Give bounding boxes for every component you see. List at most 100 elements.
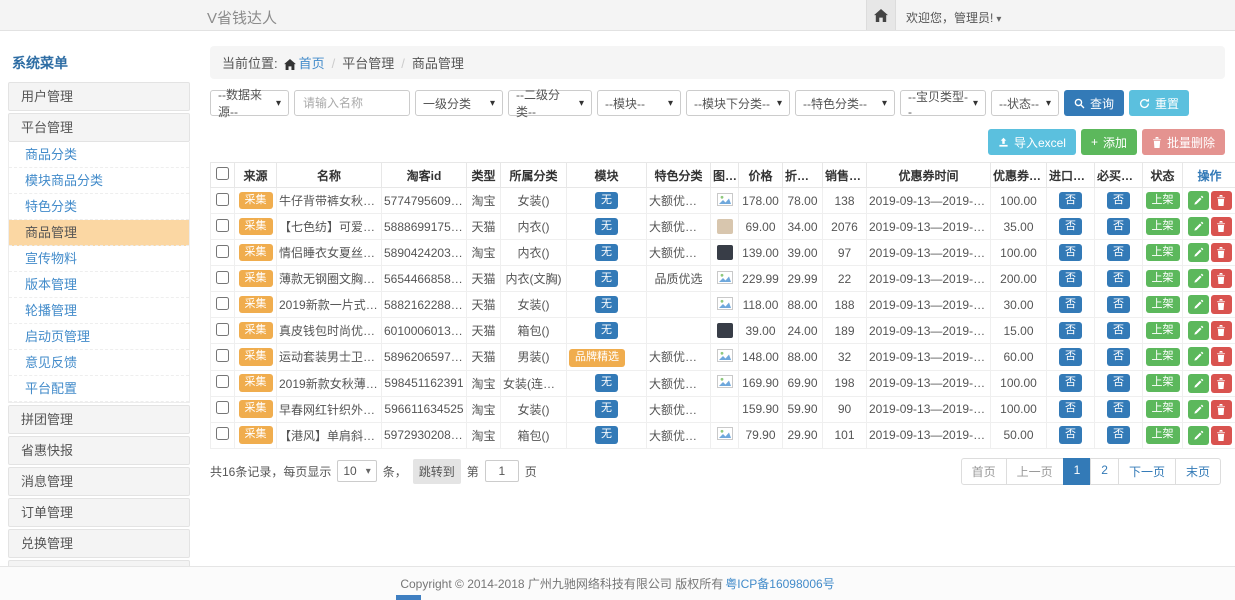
sidebar-item[interactable]: 商品管理 — [9, 220, 189, 246]
import-excel-button[interactable]: 导入excel — [988, 129, 1076, 155]
status-badge[interactable]: 上架 — [1146, 348, 1180, 366]
pager-button[interactable]: 2 — [1090, 458, 1119, 485]
edit-button[interactable] — [1188, 295, 1209, 314]
status-badge[interactable]: 上架 — [1146, 400, 1180, 418]
batch-delete-button[interactable]: 批量删除 — [1142, 129, 1225, 155]
edit-button[interactable] — [1188, 191, 1209, 210]
sidebar-section[interactable]: 拼团管理 — [8, 405, 190, 434]
jump-to-button[interactable]: 跳转到 — [413, 459, 461, 484]
import-badge[interactable]: 否 — [1059, 426, 1082, 444]
must-buy-badge[interactable]: 否 — [1107, 244, 1130, 262]
row-checkbox[interactable] — [216, 401, 229, 414]
must-buy-badge[interactable]: 否 — [1107, 322, 1130, 340]
sidebar-item[interactable]: 版本管理 — [9, 272, 189, 298]
status-badge[interactable]: 上架 — [1146, 426, 1180, 444]
row-checkbox[interactable] — [216, 245, 229, 258]
delete-button[interactable] — [1211, 269, 1232, 288]
sidebar-section[interactable]: 订单管理 — [8, 498, 190, 527]
import-badge[interactable]: 否 — [1059, 348, 1082, 366]
import-badge[interactable]: 否 — [1059, 218, 1082, 236]
page-number-input[interactable] — [485, 460, 519, 482]
home-button[interactable] — [866, 0, 896, 30]
add-button[interactable]: + 添加 — [1081, 129, 1137, 155]
sidebar-item[interactable]: 启动页管理 — [9, 324, 189, 350]
edit-button[interactable] — [1188, 243, 1209, 262]
reset-button[interactable]: 重置 — [1129, 90, 1189, 116]
filter-module-select[interactable]: --模块--▾ — [597, 90, 681, 116]
must-buy-badge[interactable]: 否 — [1107, 270, 1130, 288]
status-badge[interactable]: 上架 — [1146, 192, 1180, 210]
delete-button[interactable] — [1211, 400, 1232, 419]
filter-level2-category-select[interactable]: --二级分类--▾ — [508, 90, 592, 116]
pager-button[interactable]: 下一页 — [1118, 458, 1176, 485]
select-all-checkbox[interactable] — [216, 167, 229, 180]
sidebar-section[interactable]: 省惠快报 — [8, 436, 190, 465]
status-badge[interactable]: 上架 — [1146, 270, 1180, 288]
row-checkbox[interactable] — [216, 271, 229, 284]
row-checkbox[interactable] — [216, 193, 229, 206]
sidebar-section[interactable]: 消息管理 — [8, 467, 190, 496]
pager-button[interactable]: 1 — [1063, 458, 1092, 485]
row-checkbox[interactable] — [216, 297, 229, 310]
sidebar-section[interactable]: 兑换管理 — [8, 529, 190, 558]
must-buy-badge[interactable]: 否 — [1107, 296, 1130, 314]
sidebar-item[interactable]: 特色分类 — [9, 194, 189, 220]
sidebar-item[interactable]: 模块商品分类 — [9, 168, 189, 194]
filter-data-source-select[interactable]: --数据来源--▾ — [210, 90, 289, 116]
edit-button[interactable] — [1188, 269, 1209, 288]
row-checkbox[interactable] — [216, 349, 229, 362]
filter-module-sub-select[interactable]: --模块下分类--▾ — [686, 90, 790, 116]
pager-button[interactable]: 上一页 — [1006, 458, 1064, 485]
delete-button[interactable] — [1211, 347, 1232, 366]
sidebar-section[interactable]: 用户管理 — [8, 82, 190, 111]
edit-button[interactable] — [1188, 400, 1209, 419]
delete-button[interactable] — [1211, 243, 1232, 262]
sidebar-item[interactable]: 平台配置 — [9, 376, 189, 402]
status-badge[interactable]: 上架 — [1146, 218, 1180, 236]
edit-button[interactable] — [1188, 347, 1209, 366]
row-checkbox[interactable] — [216, 427, 229, 440]
delete-button[interactable] — [1211, 191, 1232, 210]
per-page-select[interactable]: 10▾ — [337, 460, 376, 482]
import-badge[interactable]: 否 — [1059, 270, 1082, 288]
status-badge[interactable]: 上架 — [1146, 296, 1180, 314]
delete-button[interactable] — [1211, 321, 1232, 340]
breadcrumb-home-link[interactable]: 首页 — [299, 56, 325, 71]
sidebar-item[interactable]: 轮播管理 — [9, 298, 189, 324]
must-buy-badge[interactable]: 否 — [1107, 192, 1130, 210]
import-badge[interactable]: 否 — [1059, 400, 1082, 418]
pager-button[interactable]: 末页 — [1175, 458, 1221, 485]
user-menu[interactable]: 欢迎您，管理员!▾ — [906, 9, 1001, 26]
row-checkbox[interactable] — [216, 323, 229, 336]
delete-button[interactable] — [1211, 426, 1232, 445]
must-buy-badge[interactable]: 否 — [1107, 348, 1130, 366]
row-checkbox[interactable] — [216, 375, 229, 388]
edit-button[interactable] — [1188, 321, 1209, 340]
sidebar-item[interactable]: 宣传物料 — [9, 246, 189, 272]
must-buy-badge[interactable]: 否 — [1107, 218, 1130, 236]
must-buy-badge[interactable]: 否 — [1107, 374, 1130, 392]
edit-button[interactable] — [1188, 217, 1209, 236]
filter-feature-category-select[interactable]: --特色分类--▾ — [795, 90, 895, 116]
pager-button[interactable]: 首页 — [961, 458, 1007, 485]
edit-button[interactable] — [1188, 426, 1209, 445]
delete-button[interactable] — [1211, 217, 1232, 236]
name-search-input[interactable] — [294, 90, 410, 116]
edit-button[interactable] — [1188, 374, 1209, 393]
must-buy-badge[interactable]: 否 — [1107, 400, 1130, 418]
status-badge[interactable]: 上架 — [1146, 244, 1180, 262]
import-badge[interactable]: 否 — [1059, 244, 1082, 262]
sidebar-item[interactable]: 意见反馈 — [9, 350, 189, 376]
must-buy-badge[interactable]: 否 — [1107, 426, 1130, 444]
status-badge[interactable]: 上架 — [1146, 322, 1180, 340]
search-button[interactable]: 查询 — [1064, 90, 1124, 116]
filter-item-type-select[interactable]: --宝贝类型--▾ — [900, 90, 986, 116]
delete-button[interactable] — [1211, 295, 1232, 314]
import-badge[interactable]: 否 — [1059, 296, 1082, 314]
row-checkbox[interactable] — [216, 219, 229, 232]
import-badge[interactable]: 否 — [1059, 374, 1082, 392]
import-badge[interactable]: 否 — [1059, 322, 1082, 340]
sidebar-item[interactable]: 商品分类 — [9, 142, 189, 168]
delete-button[interactable] — [1211, 374, 1232, 393]
status-badge[interactable]: 上架 — [1146, 374, 1180, 392]
